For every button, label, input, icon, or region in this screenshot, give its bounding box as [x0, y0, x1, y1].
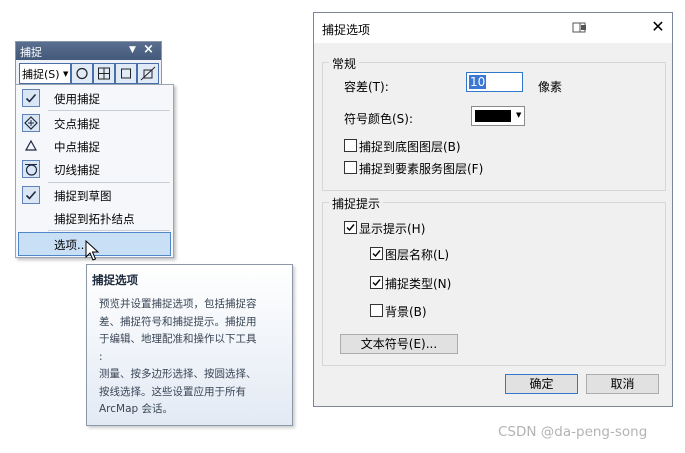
intersection-snap-icon [22, 114, 40, 132]
snap-feature-service-label: 捕捉到要素服务图层(F) [359, 162, 484, 176]
snap-type-checkbox[interactable] [370, 276, 383, 289]
tangent-snap-icon [22, 160, 40, 178]
tolerance-unit: 像素 [538, 80, 563, 94]
watermark: CSDN @da-peng-song [498, 424, 648, 440]
square-snap-icon [121, 68, 131, 79]
symbol-color-label: 符号颜色(S): [344, 112, 414, 126]
menu-item-use-snapping[interactable]: 使用捕捉 [16, 87, 173, 109]
snap-menu-button[interactable]: 捕捉(S) ▼ [19, 63, 71, 84]
menu-item-label: 使用捕捉 [54, 92, 100, 106]
menu-item-tangent-snap[interactable]: 切线捕捉 [16, 158, 173, 180]
menu-item-intersection-snap[interactable]: 交点捕捉 [16, 112, 173, 134]
symbol-color-picker[interactable]: ▼ [471, 106, 525, 126]
menu-separator [48, 182, 170, 183]
edge-snap-icon [140, 66, 156, 81]
tolerance-label: 容差(T): [344, 80, 389, 94]
tooltip-body: 预览并设置捕捉选项，包括捕捉容 差、捕捉符号和捕捉提示。捕捉用 于编辑、地理配准… [99, 298, 257, 415]
midpoint-snap-icon [22, 137, 40, 154]
background-checkbox[interactable] [370, 304, 383, 317]
toolbar-close-icon[interactable]: × [143, 42, 154, 57]
chevron-down-icon: ▼ [516, 111, 522, 119]
ok-button[interactable]: 确定 [505, 374, 578, 394]
mouse-cursor-icon [85, 240, 100, 261]
menu-item-label: 切线捕捉 [54, 163, 100, 177]
menu-item-label: 捕捉到拓扑结点 [54, 212, 135, 226]
menu-item-midpoint-snap[interactable]: 中点捕捉 [16, 135, 173, 157]
grid-snap-button[interactable] [93, 63, 115, 84]
snap-menu-label: 捕捉(S) [22, 68, 60, 81]
tooltip-title: 捕捉选项 [92, 273, 138, 287]
close-icon[interactable]: ✕ [648, 17, 668, 37]
chevron-down-icon: ▼ [63, 70, 69, 78]
snap-tips-group-label: 捕捉提示 [329, 195, 384, 212]
check-icon [22, 89, 40, 107]
snap-basemap-checkbox[interactable] [344, 139, 357, 152]
menu-separator [48, 230, 170, 231]
menu-separator [48, 110, 170, 111]
help-icon[interactable] [572, 22, 588, 34]
menu-item-label: 选项... [54, 238, 88, 252]
tolerance-input[interactable]: 10 [466, 72, 523, 92]
options-tooltip: 捕捉选项 预览并设置捕捉选项，包括捕捉容 差、捕捉符号和捕捉提示。捕捉用 于编辑… [86, 264, 293, 426]
snap-type-label: 捕捉类型(N) [385, 277, 452, 291]
toolbar-options-icon[interactable]: ▼ [129, 45, 136, 55]
dialog-titlebar[interactable]: 捕捉选项 ✕ [314, 13, 672, 43]
snapping-options-dialog: 捕捉选项 ✕ 常规 容差(T): 10 像素 符号颜色(S): ▼ 捕捉到底图图… [313, 12, 673, 407]
toolbar-titlebar[interactable]: 捕捉 ▼ × [16, 42, 161, 60]
grid-snap-icon [98, 67, 110, 80]
snap-basemap-label: 捕捉到底图图层(B) [359, 140, 461, 154]
point-snap-button[interactable] [71, 63, 93, 84]
cancel-button[interactable]: 取消 [586, 374, 659, 394]
layer-name-label: 图层名称(L) [385, 248, 450, 262]
background-label: 背景(B) [385, 305, 427, 319]
show-tips-label: 显示提示(H) [359, 222, 426, 236]
square-snap-button[interactable] [115, 63, 137, 84]
menu-item-snap-to-sketch[interactable]: 捕捉到草图 [16, 184, 173, 206]
edge-snap-button[interactable] [137, 63, 159, 84]
layer-name-checkbox[interactable] [370, 247, 383, 260]
text-symbol-button[interactable]: 文本符号(E)... [340, 334, 458, 354]
point-snap-icon [76, 67, 88, 80]
show-tips-checkbox[interactable] [344, 221, 357, 234]
general-group-label: 常规 [329, 55, 360, 72]
menu-item-label: 捕捉到草图 [54, 189, 112, 203]
snap-feature-service-checkbox[interactable] [344, 161, 357, 174]
toolbar-title: 捕捉 [20, 46, 42, 59]
snapping-toolbar: 捕捉 ▼ × 捕捉(S) ▼ [15, 41, 162, 87]
dialog-title: 捕捉选项 [322, 23, 371, 37]
menu-item-label: 交点捕捉 [54, 117, 100, 131]
tolerance-value: 10 [469, 75, 487, 89]
color-swatch [475, 110, 511, 122]
snapping-dropdown-menu: 使用捕捉 交点捕捉 中点捕捉 切线捕捉 捕捉到草图 捕捉到拓扑结点 选项... [15, 84, 174, 258]
check-icon [22, 186, 40, 204]
menu-item-label: 中点捕捉 [54, 140, 100, 154]
menu-item-snap-to-topology-nodes[interactable]: 捕捉到拓扑结点 [16, 207, 173, 229]
